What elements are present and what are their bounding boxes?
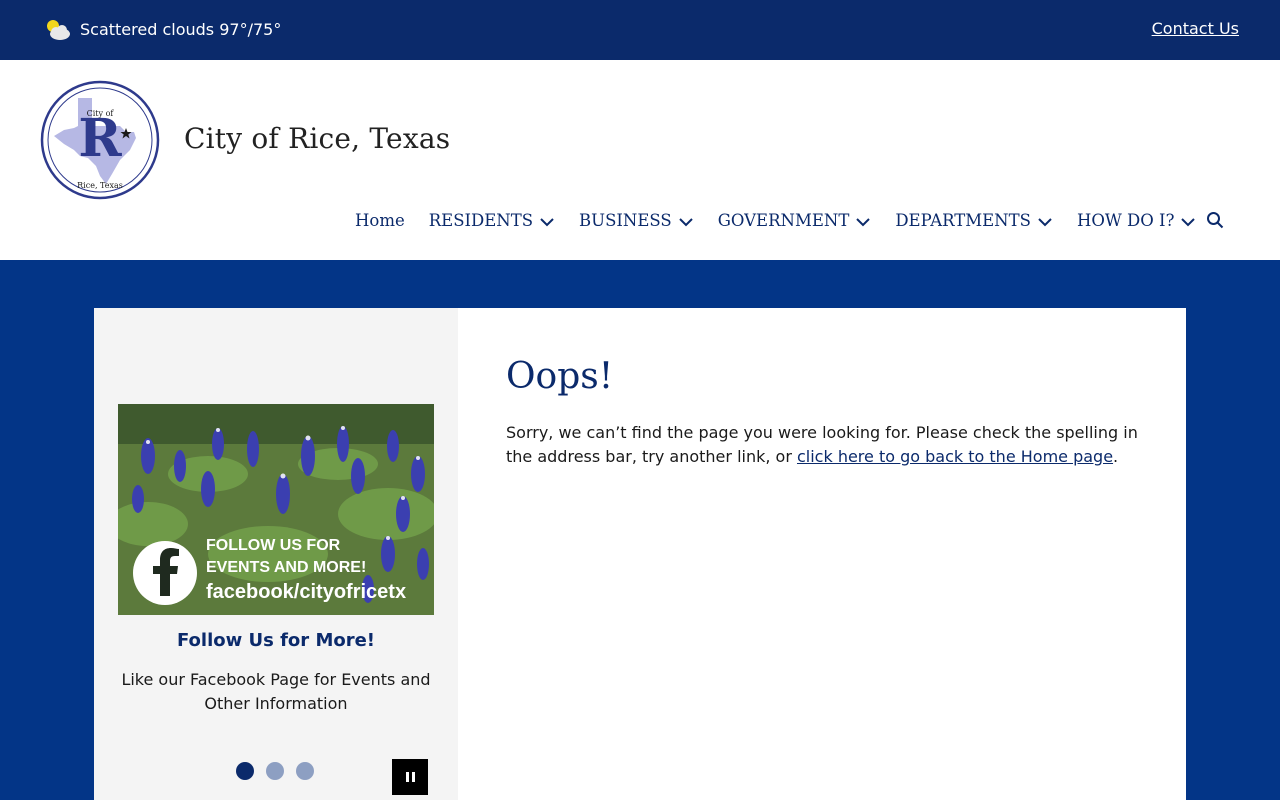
search-icon[interactable] — [1206, 211, 1224, 229]
main-nav: Home RESIDENTS BUSINESS GOVERNMENT DEPAR… — [355, 209, 1224, 231]
city-seal-logo[interactable]: City of R Rice, Texas — [40, 80, 160, 200]
chevron-down-icon — [856, 217, 871, 226]
partly-cloudy-icon — [47, 20, 70, 40]
svg-text:R: R — [78, 108, 122, 169]
main-band: FOLLOW US FOR EVENTS AND MORE! facebook/… — [0, 260, 1280, 800]
nav-item-how-do-i[interactable]: HOW DO I? — [1077, 211, 1197, 230]
site-header: City of R Rice, Texas City of Rice, Texa… — [0, 60, 1280, 260]
sidebar-slideshow: FOLLOW US FOR EVENTS AND MORE! facebook/… — [94, 308, 458, 800]
nav-item-residents[interactable]: RESIDENTS — [429, 211, 555, 230]
slide-dot-2[interactable] — [266, 762, 284, 780]
page-title: Oops! — [506, 356, 614, 397]
error-message: Sorry, we can’t find the page you were l… — [506, 423, 1138, 466]
content-panel: FOLLOW US FOR EVENTS AND MORE! facebook/… — [94, 308, 1186, 800]
slide-dot-1[interactable] — [236, 762, 254, 780]
nav-item-government[interactable]: GOVERNMENT — [718, 211, 872, 230]
chevron-down-icon — [540, 217, 554, 226]
site-title[interactable]: City of Rice, Texas — [184, 122, 450, 155]
slide-dot-3[interactable] — [296, 762, 314, 780]
pause-icon — [405, 772, 409, 782]
slide-description: Like our Facebook Page for Events and Ot… — [121, 670, 431, 713]
nav-item-label: Home — [355, 210, 405, 230]
nav-item-home[interactable]: Home — [355, 211, 405, 230]
home-page-link[interactable]: click here to go back to the Home page — [797, 447, 1113, 466]
svg-text:EVENTS AND MORE!: EVENTS AND MORE! — [206, 559, 366, 576]
svg-text:Rice, Texas: Rice, Texas — [77, 181, 123, 190]
nav-item-label: RESIDENTS — [428, 210, 534, 230]
svg-text:facebook/cityofricetx: facebook/cityofricetx — [206, 581, 406, 603]
chevron-down-icon — [1181, 217, 1196, 226]
pause-button[interactable] — [392, 759, 428, 795]
weather-widget: Scattered clouds 97°/75° — [44, 17, 281, 41]
bluebonnet-facebook-image[interactable]: FOLLOW US FOR EVENTS AND MORE! facebook/… — [118, 404, 434, 615]
utility-bar: Scattered clouds 97°/75° Contact Us — [0, 0, 1280, 60]
error-content: Oops! Sorry, we can’t find the page you … — [506, 356, 1146, 469]
slide-title[interactable]: Follow Us for More! — [118, 630, 434, 651]
slide-pager — [236, 762, 326, 780]
nav-item-business[interactable]: BUSINESS — [579, 211, 694, 230]
weather-text: Scattered clouds 97°/75° — [80, 19, 282, 39]
nav-item-label: DEPARTMENTS — [895, 210, 1031, 230]
chevron-down-icon — [678, 217, 693, 226]
contact-us-link[interactable]: Contact Us — [1152, 19, 1239, 38]
nav-item-departments[interactable]: DEPARTMENTS — [895, 211, 1053, 230]
nav-item-label: GOVERNMENT — [717, 210, 850, 230]
nav-item-label: HOW DO I? — [1076, 210, 1175, 230]
chevron-down-icon — [1038, 217, 1052, 226]
svg-text:FOLLOW US FOR: FOLLOW US FOR — [206, 537, 341, 554]
nav-item-label: BUSINESS — [579, 210, 672, 230]
